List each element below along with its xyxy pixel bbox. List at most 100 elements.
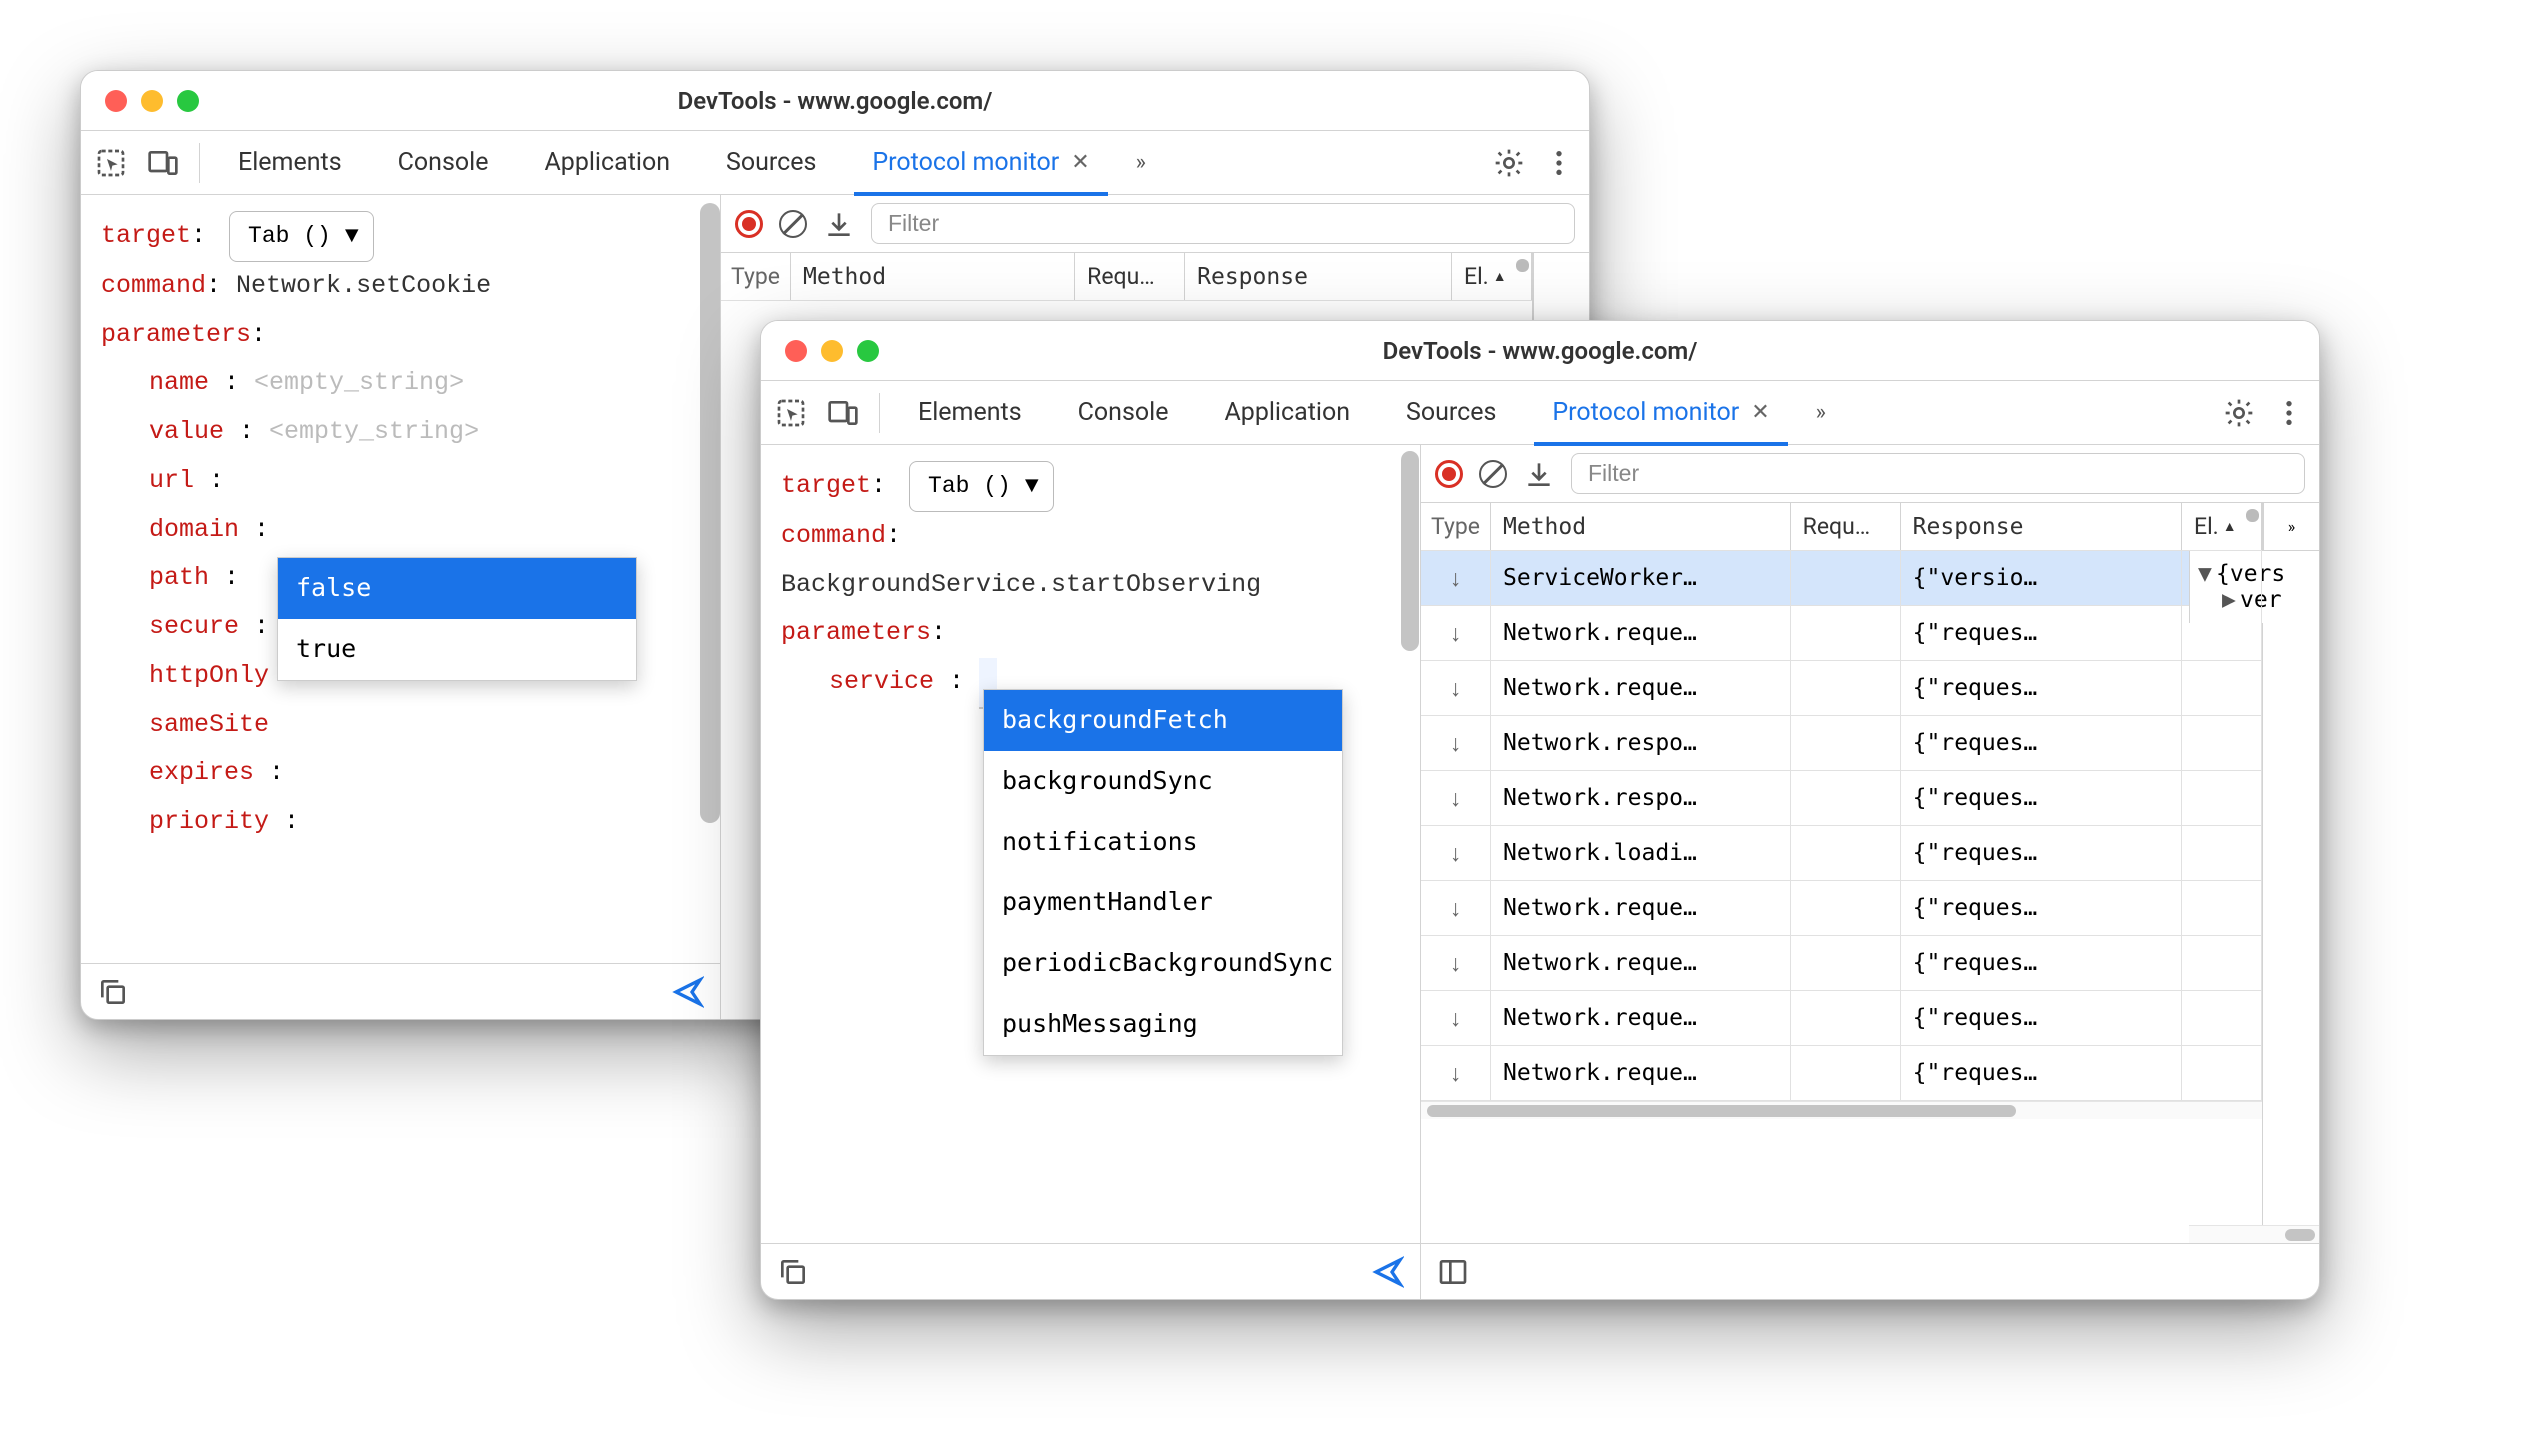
autocomplete-item[interactable]: notifications xyxy=(984,812,1342,873)
col-method[interactable]: Method xyxy=(791,253,1075,300)
clear-log-button[interactable] xyxy=(1479,460,1507,488)
minimize-window-button[interactable] xyxy=(821,340,843,362)
autocomplete-item[interactable]: pushMessaging xyxy=(984,994,1342,1055)
tab-close-icon[interactable]: ✕ xyxy=(1751,400,1769,425)
grid-row[interactable]: ↓Network.reque…{"reques… xyxy=(1421,936,2262,991)
maximize-window-button[interactable] xyxy=(857,340,879,362)
param-priority[interactable]: priority xyxy=(149,807,269,836)
autocomplete-item[interactable]: paymentHandler xyxy=(984,872,1342,933)
save-icon[interactable] xyxy=(823,208,855,240)
grid-row[interactable]: ↓Network.reque…{"reques… xyxy=(1421,1046,2262,1101)
param-samesite[interactable]: sameSite xyxy=(149,710,269,739)
mini-scroll[interactable] xyxy=(1516,259,1529,272)
target-select[interactable]: Tab () ▼ xyxy=(229,211,374,262)
param-domain[interactable]: domain xyxy=(149,515,239,544)
tab-elements[interactable]: Elements xyxy=(900,381,1040,445)
param-url[interactable]: url xyxy=(149,466,194,495)
tab-sources[interactable]: Sources xyxy=(708,131,834,195)
param-expires[interactable]: expires xyxy=(149,758,254,787)
tab-application[interactable]: Application xyxy=(526,131,688,195)
col-elapsed[interactable]: El.▲ xyxy=(2182,503,2262,550)
tab-close-icon[interactable]: ✕ xyxy=(1071,150,1089,175)
col-type[interactable]: Type xyxy=(1421,503,1491,550)
col-response[interactable]: Response xyxy=(1185,253,1452,300)
param-name[interactable]: name xyxy=(149,368,209,397)
clear-log-button[interactable] xyxy=(779,210,807,238)
more-columns-icon[interactable]: » xyxy=(2263,503,2319,551)
device-toggle-icon[interactable] xyxy=(147,147,179,179)
grid-row[interactable]: ↓Network.reque…{"reques… xyxy=(1421,661,2262,716)
kebab-menu-icon[interactable] xyxy=(1543,147,1575,179)
col-method[interactable]: Method xyxy=(1491,503,1791,550)
grid-h-scrollbar[interactable] xyxy=(1421,1101,2262,1119)
col-request[interactable]: Requ… xyxy=(1791,503,1901,550)
command-value[interactable]: Network.setCookie xyxy=(236,271,491,300)
grid-row[interactable]: ↓Network.reque…{"reques… xyxy=(1421,606,2262,661)
tree-h-scrollbar[interactable] xyxy=(2189,1225,2319,1243)
target-select[interactable]: Tab () ▼ xyxy=(909,461,1054,512)
toggle-sidebar-icon[interactable] xyxy=(1437,1256,1469,1288)
grid-row[interactable]: ↓Network.respo…{"reques… xyxy=(1421,716,2262,771)
row-elapsed xyxy=(2182,661,2262,715)
autocomplete-item-true[interactable]: true xyxy=(278,619,636,680)
grid-row[interactable]: ↓Network.reque…{"reques… xyxy=(1421,991,2262,1046)
tab-console[interactable]: Console xyxy=(380,131,507,195)
gear-icon[interactable] xyxy=(2223,397,2255,429)
command-editor[interactable]: target: Tab () ▼ command: BackgroundServ… xyxy=(761,445,1420,1243)
more-tabs-icon[interactable]: » xyxy=(1808,400,1834,425)
send-button[interactable] xyxy=(672,976,704,1008)
col-type[interactable]: Type xyxy=(721,253,791,300)
kebab-menu-icon[interactable] xyxy=(2273,397,2305,429)
editor-scrollbar[interactable] xyxy=(1401,451,1419,651)
param-httponly[interactable]: httpOnly xyxy=(149,661,269,690)
record-button[interactable] xyxy=(735,210,763,238)
editor-scrollbar[interactable] xyxy=(700,203,720,823)
inspect-element-icon[interactable] xyxy=(95,147,127,179)
command-editor[interactable]: target: Tab () ▼ command: Network.setCoo… xyxy=(81,195,720,963)
param-value[interactable]: value xyxy=(149,417,224,446)
autocomplete-item[interactable]: periodicBackgroundSync xyxy=(984,933,1342,994)
param-path[interactable]: path xyxy=(149,563,209,592)
copy-icon[interactable] xyxy=(777,1256,809,1288)
log-bottombar xyxy=(1421,1243,2319,1299)
param-secure[interactable]: secure xyxy=(149,612,239,641)
record-button[interactable] xyxy=(1435,460,1463,488)
tab-elements[interactable]: Elements xyxy=(220,131,360,195)
gear-icon[interactable] xyxy=(1493,147,1525,179)
inspect-element-icon[interactable] xyxy=(775,397,807,429)
command-value[interactable]: BackgroundService.startObserving xyxy=(781,570,1261,599)
minimize-window-button[interactable] xyxy=(141,90,163,112)
grid-row[interactable]: ↓Network.reque…{"reques… xyxy=(1421,881,2262,936)
tab-sources[interactable]: Sources xyxy=(1388,381,1514,445)
tab-protocol-monitor[interactable]: Protocol monitor ✕ xyxy=(1534,381,1787,445)
parameters-key: parameters xyxy=(101,320,251,349)
copy-icon[interactable] xyxy=(97,976,129,1008)
col-request[interactable]: Requ… xyxy=(1075,253,1185,300)
sort-arrow-icon: ▲ xyxy=(1493,268,1507,285)
send-button[interactable] xyxy=(1372,1256,1404,1288)
window-title: DevTools - www.google.com/ xyxy=(81,87,1589,115)
grid-row[interactable]: ↓Network.loadi…{"reques… xyxy=(1421,826,2262,881)
autocomplete-item[interactable]: backgroundFetch xyxy=(984,690,1342,751)
filter-input[interactable] xyxy=(1571,453,2305,494)
param-name-value[interactable]: <empty_string> xyxy=(254,368,464,397)
tab-protocol-monitor[interactable]: Protocol monitor ✕ xyxy=(854,131,1107,195)
save-icon[interactable] xyxy=(1523,458,1555,490)
device-toggle-icon[interactable] xyxy=(827,397,859,429)
param-value-value[interactable]: <empty_string> xyxy=(269,417,479,446)
col-elapsed[interactable]: El.▲ xyxy=(1452,253,1532,300)
close-window-button[interactable] xyxy=(785,340,807,362)
tab-application[interactable]: Application xyxy=(1206,381,1368,445)
param-service[interactable]: service xyxy=(829,667,934,696)
autocomplete-item[interactable]: backgroundSync xyxy=(984,751,1342,812)
tab-console[interactable]: Console xyxy=(1060,381,1187,445)
more-tabs-icon[interactable]: » xyxy=(1128,150,1154,175)
grid-row[interactable]: ↓ServiceWorker…{"versio… xyxy=(1421,551,2262,606)
grid-row[interactable]: ↓Network.respo…{"reques… xyxy=(1421,771,2262,826)
autocomplete-item-false[interactable]: false xyxy=(278,558,636,619)
filter-input[interactable] xyxy=(871,203,1575,244)
close-window-button[interactable] xyxy=(105,90,127,112)
maximize-window-button[interactable] xyxy=(177,90,199,112)
mini-scroll[interactable] xyxy=(2246,509,2259,522)
col-response[interactable]: Response xyxy=(1901,503,2182,550)
